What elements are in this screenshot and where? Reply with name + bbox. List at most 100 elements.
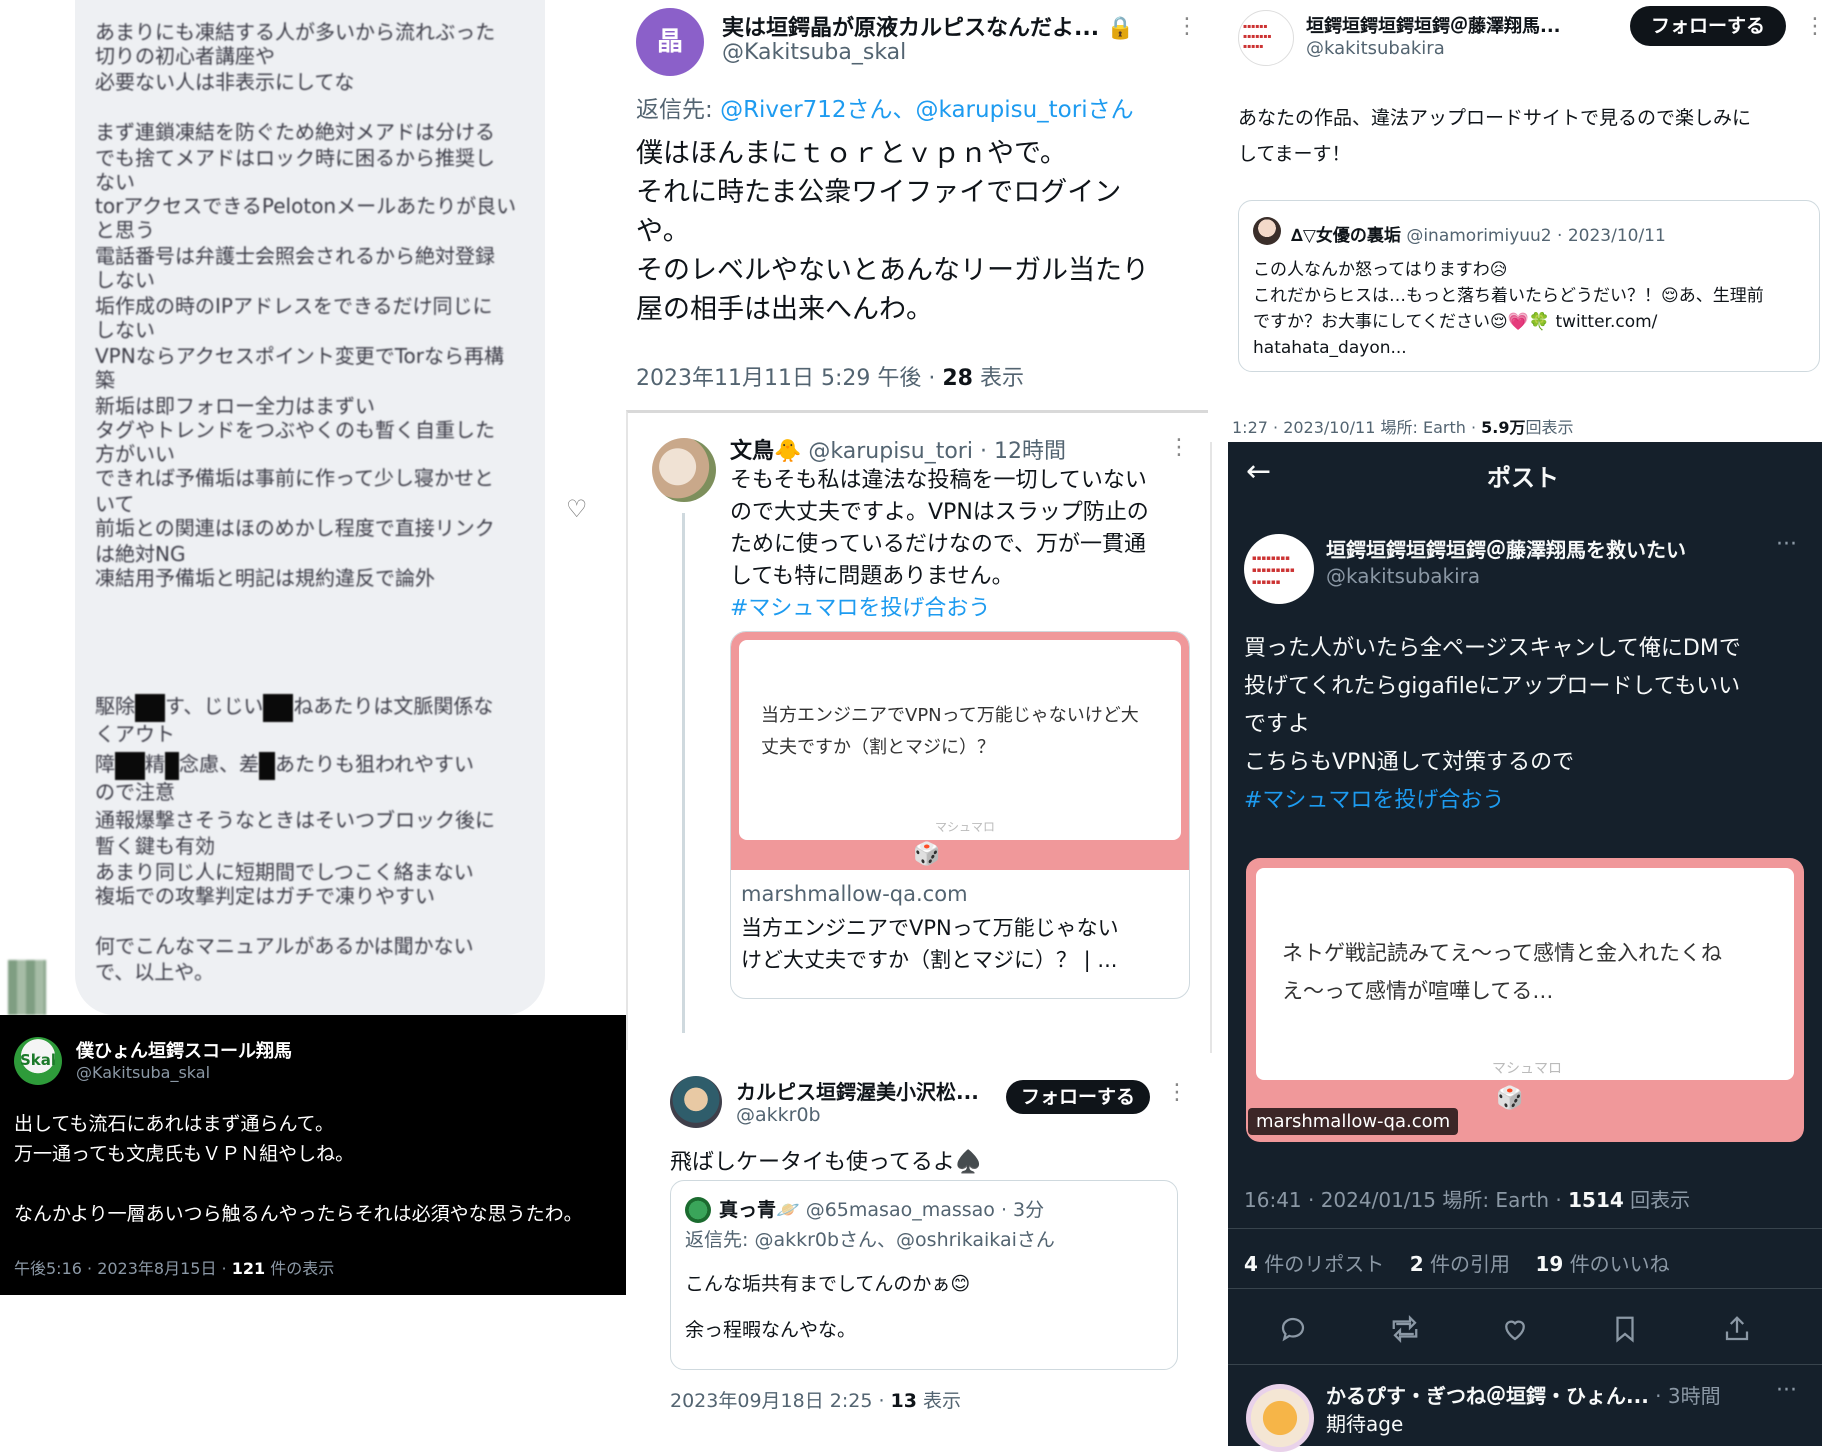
more-icon[interactable]: ··· (1776, 1378, 1797, 1403)
quote-header: 真っ青🪐 @65masao_massao · 3分 (719, 1195, 1044, 1222)
link-card[interactable]: ネトゲ戦記読みてえ〜って感情と金入れたくね え〜って感情が喧嘩してる… マシュマ… (1246, 858, 1804, 1142)
display-name: 真っ青🪐 (719, 1199, 800, 1221)
bookmark-icon[interactable] (1610, 1314, 1640, 1344)
notes-line: できれば予備垢は事前に作って少し寝かせと (95, 466, 494, 490)
quote-line: こんな垢共有までしてんのかぁ😊 (685, 1273, 971, 1295)
display-name[interactable]: 実は垣鍔晶が原液カルピスなんだよ... 🔒 (722, 10, 1134, 42)
more-icon[interactable]: ··· (1776, 532, 1797, 557)
more-icon[interactable]: ⋮ (1176, 14, 1199, 39)
follow-button[interactable]: フォローする (1006, 1080, 1150, 1114)
more-icon[interactable]: ⋮ (1166, 1080, 1189, 1105)
reply-to: 返信先: @akkr0bさん、@oshrikaikaiさん (685, 1229, 1055, 1251)
hashtag-link[interactable]: #マシュマロを投げ合おう (1244, 782, 1741, 820)
heart-plus-icon[interactable]: ♡ (566, 495, 588, 523)
share-icon[interactable] (1722, 1314, 1752, 1344)
views-label: 回表示 (1623, 1188, 1691, 1212)
reposts-stat[interactable]: 4 件のリポスト (1244, 1252, 1384, 1276)
body-line: ですよ (1244, 712, 1311, 737)
more-icon[interactable]: ⋮ (1804, 14, 1827, 39)
handle[interactable]: @Kakitsuba_skal (76, 1063, 210, 1082)
reposts-count: 4 (1244, 1252, 1258, 1276)
avatar[interactable] (652, 438, 716, 502)
notes-line: まず連鎖凍結を防ぐため絶対メアドは分ける (95, 120, 495, 144)
body-line: あなたの作品、違法アップロードサイトで見るので楽しみに (1238, 107, 1752, 129)
like-icon[interactable] (1500, 1314, 1530, 1344)
mid-tweet: 晶 実は垣鍔晶が原液カルピスなんだよ... 🔒 ⋮ @Kakitsuba_ska… (626, 0, 1208, 410)
notes-line: でも捨てメアドはロック時に困るから推奨し (95, 146, 495, 170)
link-card[interactable]: 当方エンジニアでVPNって万能じゃないけど大 丈夫ですか（割とマジに）？ マシュ… (730, 631, 1190, 999)
avatar[interactable]: Skal (14, 1037, 62, 1085)
body-line: 屋の相手は出来へんわ。 (636, 294, 933, 325)
card-title: 当方エンジニアでVPNって万能じゃない けど大丈夫ですか（割とマジに）？ | .… (741, 912, 1119, 976)
page-title: ポスト (1487, 464, 1559, 492)
avatar[interactable]: ▪▪▪▪▪▪▪▪ ▪▪▪▪▪▪▪▪▪ ▪▪▪▪▪▪ (1244, 534, 1314, 604)
notes-line: で、以上や。 (95, 960, 214, 984)
quote-line: この人なんか怒ってはりますわ😥 (1253, 260, 1508, 280)
timestamp[interactable]: 16:41 · 2024/01/15 場所: Earth · (1244, 1188, 1568, 1212)
avatar[interactable] (670, 1076, 722, 1128)
handle[interactable]: @Kakitsuba_skal (722, 40, 906, 65)
display-name[interactable]: 文鳥🐥 (730, 439, 801, 464)
display-name[interactable]: 僕ひょん垣鍔スコール翔馬 (76, 1037, 292, 1063)
title-line: 当方エンジニアでVPNって万能じゃない (741, 916, 1119, 940)
display-name[interactable]: 垣鍔垣鍔垣鍔垣鍔＠藤澤翔馬を救いたい (1326, 534, 1686, 563)
quotes-stat[interactable]: 2 件の引用 (1410, 1252, 1510, 1276)
notes-line: 暫く鍵も有効 (95, 834, 215, 858)
right-tweet: ▪▪▪▪▪▪ ▪▪▪▪▪▪▪ ▪▪▪▪▪ 垣鍔垣鍔垣鍔垣鍔＠藤澤翔馬... @kak… (1208, 0, 1834, 442)
tweet-meta: 2023年09月18日 2:25 · 13 表示 (670, 1386, 961, 1413)
handle[interactable]: @kakitsubakira (1306, 38, 1445, 59)
notes-line: 何でこんなマニュアルがあるかは聞かない (95, 934, 474, 958)
body-line (14, 1169, 583, 1199)
avatar[interactable]: ▪▪▪▪▪▪ ▪▪▪▪▪▪▪ ▪▪▪▪▪ (1238, 10, 1294, 66)
hashtag-link[interactable]: #マシュマロを投げ合おう (730, 593, 1149, 625)
follow-button[interactable]: フォローする (1630, 6, 1786, 46)
timestamp[interactable]: 午後5:16 · 2023年8月15日 · (14, 1259, 232, 1278)
card-image: 当方エンジニアでVPNって万能じゃないけど大 丈夫ですか（割とマジに）？ マシュ… (731, 632, 1189, 870)
quote-tweet[interactable]: 真っ青🪐 @65masao_massao · 3分 返信先: @akkr0bさん… (670, 1180, 1178, 1370)
handle[interactable]: @karupisu_tori (808, 439, 973, 464)
quote-tweet[interactable]: ∆▽女優の裏垢 @inamorimiyuu2 · 2023/10/11 この人な… (1238, 200, 1820, 372)
card-domain: marshmallow-qa.com (741, 882, 968, 906)
likes-stat[interactable]: 19 件のいいね (1535, 1252, 1669, 1276)
timestamp[interactable]: · 3時間 (1649, 1384, 1720, 1408)
reply-header: かるぴす・ぎつね＠垣鍔・ひょん... · 3時間 (1326, 1380, 1721, 1409)
body-line: そもそも私は違法な投稿を一切していない (730, 468, 1147, 493)
body-line: それに時たま公衆ワイファイでログイン (636, 177, 1122, 208)
timestamp[interactable]: 1:27 · 2023/10/11 場所: Earth · (1232, 418, 1481, 437)
views-count: 13 (890, 1390, 917, 1412)
divider (1228, 1228, 1822, 1229)
timestamp[interactable]: 2023年09月18日 2:25 · (670, 1390, 891, 1412)
more-icon[interactable]: ⋮ (1168, 435, 1191, 460)
divider (1228, 1288, 1822, 1289)
avatar[interactable]: 晶 (636, 8, 704, 76)
body-line: ために使っているだけなので、万が一貫通 (730, 532, 1147, 557)
display-name[interactable]: かるぴす・ぎつね＠垣鍔・ひょん... (1326, 1384, 1649, 1408)
timestamp: · 2023/10/11 (1551, 226, 1666, 246)
reply-icon[interactable] (1278, 1314, 1308, 1344)
reply-to-users[interactable]: @River712さん、@karupisu_toriさん (720, 97, 1134, 123)
title-line: けど大丈夫ですか（割とマジに）？ | ... (741, 948, 1118, 972)
handle[interactable]: @akkr0b (736, 1104, 821, 1126)
notes-redacted-line-3: 障精念慮、差 あたりも狙われやすい (95, 748, 474, 780)
tweet-meta: 1:27 · 2023/10/11 場所: Earth · 5.9万回表示 (1232, 414, 1574, 438)
avatar[interactable] (1246, 1384, 1314, 1452)
notes-line: 複垢での攻撃判定はガチで凍りやすい (95, 884, 435, 908)
repost-icon[interactable] (1390, 1314, 1420, 1344)
timestamp[interactable]: · 12時間 (973, 439, 1066, 464)
timestamp[interactable]: 2023年11月11日 5:29 午後 · (636, 366, 942, 391)
body-line: や。 (636, 216, 690, 247)
back-arrow-icon[interactable]: ← (1246, 454, 1271, 489)
display-name[interactable]: カルピス垣鍔渥美小沢松... (736, 1076, 979, 1105)
notes-line: 通報爆撃さそうなときはそいつブロック後に (95, 808, 495, 832)
handle: @inamorimiyuu2 (1406, 226, 1552, 246)
thread-line (682, 513, 685, 1033)
notes-line: VPNならアクセスポイント変更でTorなら再構 (95, 344, 504, 368)
quote-header: ∆▽女優の裏垢 @inamorimiyuu2 · 2023/10/11 (1291, 221, 1666, 246)
display-name[interactable]: 垣鍔垣鍔垣鍔垣鍔＠藤澤翔馬... (1306, 12, 1561, 38)
question-line: 当方エンジニアでVPNって万能じゃないけど大 (761, 705, 1139, 726)
brand-label: マシュマロ (1492, 1061, 1562, 1077)
body-line: こちらもVPN通して対策するので (1244, 750, 1575, 775)
display-name: ∆▽女優の裏垢 (1291, 226, 1401, 246)
notes-line: 前垢との関連はほのめかし程度で直接リンク (95, 516, 495, 540)
handle[interactable]: @kakitsubakira (1326, 564, 1480, 588)
